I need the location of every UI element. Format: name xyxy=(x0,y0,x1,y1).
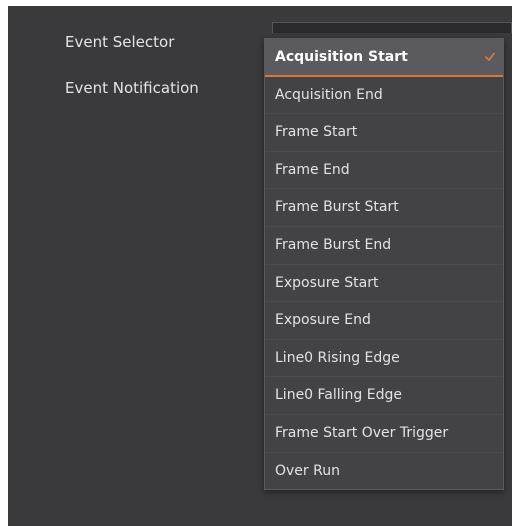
checkmark-icon xyxy=(485,52,495,61)
event-notification-label: Event Notification xyxy=(65,79,199,97)
dropdown-option[interactable]: Acquisition Start xyxy=(265,39,503,77)
dropdown-option-label: Acquisition End xyxy=(275,86,383,103)
dropdown-option-label: Line0 Rising Edge xyxy=(275,349,400,366)
dropdown-option-label: Line0 Falling Edge xyxy=(275,387,402,404)
dropdown-option[interactable]: Frame Start xyxy=(265,114,503,152)
dropdown-option-label: Frame Burst End xyxy=(275,236,392,253)
dropdown-option-label: Frame Burst Start xyxy=(275,199,399,216)
dropdown-option[interactable]: Frame Burst End xyxy=(265,227,503,265)
dropdown-option-label: Frame Start Over Trigger xyxy=(275,424,449,441)
dropdown-option[interactable]: Exposure End xyxy=(265,302,503,340)
dropdown-option-label: Exposure End xyxy=(275,312,371,329)
dropdown-option[interactable]: Frame Start Over Trigger xyxy=(265,415,503,453)
dropdown-option-label: Exposure Start xyxy=(275,274,379,291)
dropdown-option-label: Over Run xyxy=(275,462,340,479)
dropdown-option[interactable]: Line0 Rising Edge xyxy=(265,340,503,378)
dropdown-option[interactable]: Frame Burst Start xyxy=(265,189,503,227)
dropdown-option-label: Acquisition Start xyxy=(275,49,408,65)
event-selector-label: Event Selector xyxy=(65,33,175,51)
dropdown-option[interactable]: Acquisition End xyxy=(265,77,503,115)
dropdown-option[interactable]: Frame End xyxy=(265,152,503,190)
dropdown-option[interactable]: Exposure Start xyxy=(265,265,503,303)
dropdown-option[interactable]: Over Run xyxy=(265,453,503,491)
event-selector-dropdown[interactable] xyxy=(272,22,512,33)
event-selector-dropdown-list: Acquisition Start Acquisition End Frame St… xyxy=(264,38,504,490)
dropdown-option-label: Frame Start xyxy=(275,124,358,141)
dropdown-option[interactable]: Line0 Falling Edge xyxy=(265,377,503,415)
dropdown-option-label: Frame End xyxy=(275,161,350,178)
